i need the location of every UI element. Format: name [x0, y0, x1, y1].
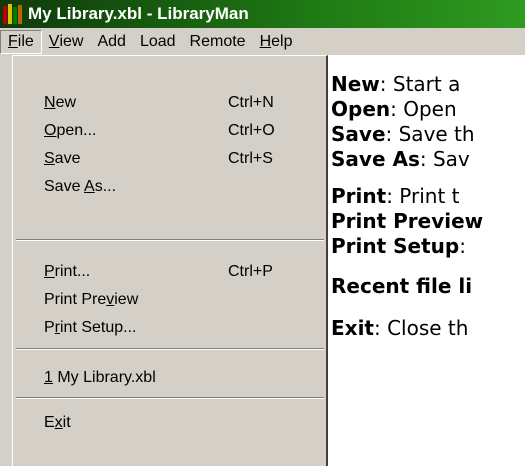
desc-print-setup: Print Setup:	[331, 234, 466, 258]
menu-item-print-setup[interactable]: Print Setup...	[13, 315, 327, 341]
menu-add[interactable]: Add	[90, 30, 132, 54]
menu-item-print-preview[interactable]: Print Preview	[13, 287, 327, 313]
menu-separator	[16, 239, 324, 241]
menu-help[interactable]: Help	[253, 30, 300, 54]
menu-item-new[interactable]: New Ctrl+N	[13, 90, 327, 116]
menu-item-recent-file[interactable]: 1 My Library.xbl	[13, 365, 327, 391]
title-bar: My Library.xbl - LibraryMan	[0, 0, 525, 28]
shortcut-new: Ctrl+N	[228, 94, 274, 111]
desc-recent-files: Recent file li	[331, 274, 473, 298]
desc-open: Open: Open	[331, 97, 457, 121]
desc-save-as: Save As: Sav	[331, 147, 470, 171]
file-menu-dropdown: New Ctrl+N Open... Ctrl+O Save Ctrl+S Sa…	[12, 55, 328, 466]
menu-remote[interactable]: Remote	[183, 30, 253, 54]
shortcut-open: Ctrl+O	[228, 122, 275, 139]
menu-item-save[interactable]: Save Ctrl+S	[13, 146, 327, 172]
menu-item-open[interactable]: Open... Ctrl+O	[13, 118, 327, 144]
menu-load[interactable]: Load	[133, 30, 183, 54]
bookshelf-icon[interactable]	[3, 4, 23, 24]
menu-item-save-as[interactable]: Save As...	[13, 174, 327, 200]
menu-bar: File View Add Load Remote Help	[0, 28, 525, 55]
description-panel: New: Start a Open: Open Save: Save th Sa…	[328, 55, 525, 466]
window-edge	[0, 55, 12, 466]
menu-item-exit[interactable]: Exit	[13, 410, 327, 436]
shortcut-print: Ctrl+P	[228, 263, 273, 280]
shortcut-save: Ctrl+S	[228, 150, 273, 167]
menu-view[interactable]: View	[42, 30, 91, 54]
desc-new: New: Start a	[331, 72, 461, 96]
menu-file[interactable]: File	[0, 29, 42, 54]
desc-exit: Exit: Close th	[331, 316, 469, 340]
desc-print: Print: Print t	[331, 184, 460, 208]
window-title: My Library.xbl - LibraryMan	[28, 4, 249, 23]
menu-item-print[interactable]: Print... Ctrl+P	[13, 259, 327, 285]
menu-separator	[16, 348, 324, 350]
desc-print-preview: Print Preview	[331, 209, 484, 233]
desc-save: Save: Save th	[331, 122, 475, 146]
menu-separator	[16, 397, 324, 399]
